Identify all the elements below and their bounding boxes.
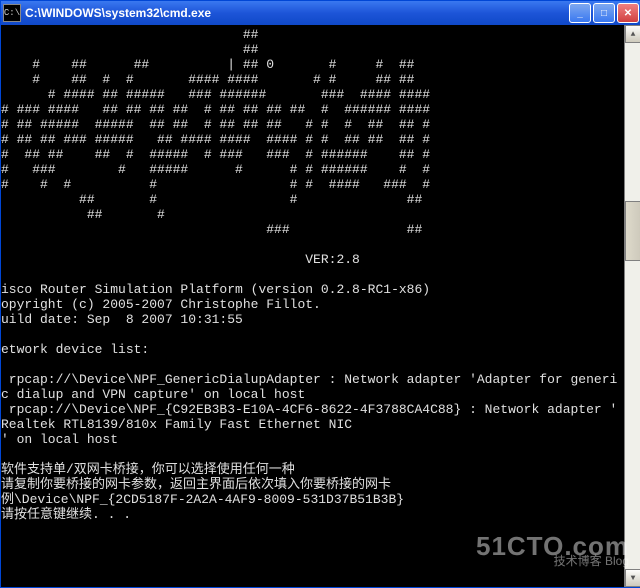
terminal-output: ## ## # ## ## | ## 0 # # ## # ## # # ###… [1, 25, 640, 522]
cmd-window: C:\ C:\WINDOWS\system32\cmd.exe _ □ ✕ ##… [0, 0, 640, 588]
titlebar[interactable]: C:\ C:\WINDOWS\system32\cmd.exe _ □ ✕ [1, 1, 640, 25]
window-title: C:\WINDOWS\system32\cmd.exe [25, 6, 569, 20]
scroll-track[interactable] [625, 43, 640, 569]
window-buttons: _ □ ✕ [569, 3, 639, 23]
scroll-thumb[interactable] [625, 201, 640, 261]
vertical-scrollbar[interactable]: ▲ ▼ [624, 25, 640, 587]
app-icon: C:\ [3, 4, 21, 22]
scroll-down-button[interactable]: ▼ [625, 569, 640, 587]
watermark-sub: 技术博客 Blog [476, 554, 629, 569]
watermark-main: 51CTO.com [476, 539, 629, 554]
maximize-button[interactable]: □ [593, 3, 615, 23]
close-button[interactable]: ✕ [617, 3, 639, 23]
watermark: 51CTO.com 技术博客 Blog [476, 539, 629, 569]
minimize-button[interactable]: _ [569, 3, 591, 23]
terminal-area[interactable]: ## ## # ## ## | ## 0 # # ## # ## # # ###… [1, 25, 640, 587]
scroll-up-button[interactable]: ▲ [625, 25, 640, 43]
